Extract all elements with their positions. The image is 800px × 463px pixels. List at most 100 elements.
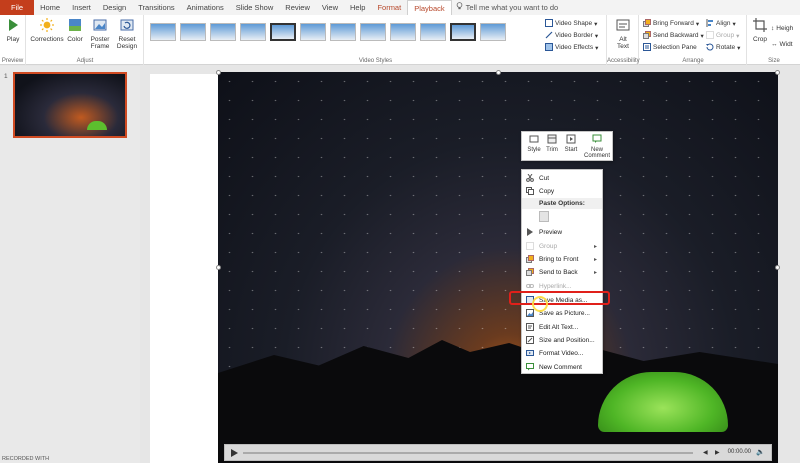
clipboard-icon[interactable] — [539, 211, 549, 222]
send-to-back-icon — [526, 268, 534, 276]
send-backward-button[interactable]: Send Backward ▾ — [643, 30, 704, 41]
effects-icon — [545, 42, 553, 53]
slide-thumbnail-1[interactable] — [13, 72, 127, 138]
align-icon — [706, 18, 714, 29]
menu-item-new-comment[interactable]: New Comment — [522, 361, 602, 373]
tab-playback[interactable]: Playback — [407, 0, 452, 15]
bring-forward-button[interactable]: Bring Forward ▾ — [643, 18, 699, 29]
bring-forward-icon — [643, 18, 651, 29]
format-video-icon — [526, 349, 534, 357]
sun-icon — [29, 18, 65, 34]
video-style-11[interactable] — [450, 23, 476, 41]
video-style-7[interactable] — [330, 23, 356, 41]
chevron-down-icon: ▾ — [595, 44, 599, 52]
chevron-down-icon: ▾ — [594, 32, 599, 40]
crop-button[interactable]: Crop — [751, 18, 769, 43]
tell-me-box[interactable]: Tell me what you want to do — [456, 0, 558, 15]
menu-item-format-video[interactable]: Format Video... — [522, 347, 602, 359]
group-size: Crop ↕ Heigh ↔ Widt Size — [748, 15, 800, 65]
video-style-1[interactable] — [150, 23, 176, 41]
crop-icon — [751, 18, 769, 34]
tab-home[interactable]: Home — [34, 0, 66, 15]
video-style-9[interactable] — [390, 23, 416, 41]
resize-handle-l[interactable] — [216, 265, 221, 270]
video-frame[interactable] — [218, 72, 778, 463]
play-button[interactable]: Play — [4, 18, 22, 43]
menu-item-preview[interactable]: Preview — [522, 226, 602, 238]
video-style-3[interactable] — [210, 23, 236, 41]
resize-handle-t[interactable] — [496, 70, 501, 75]
video-style-2[interactable] — [180, 23, 206, 41]
width-icon: ↔ — [771, 41, 778, 48]
width-field[interactable]: ↔ Widt — [771, 39, 793, 50]
group-icon — [526, 242, 534, 250]
poster-frame-button[interactable]: Poster Frame — [87, 18, 113, 50]
menu-item-size-and-position[interactable]: Size and Position... — [522, 334, 602, 346]
chevron-down-icon: ▾ — [594, 20, 598, 28]
tab-design[interactable]: Design — [97, 0, 132, 15]
tab-help[interactable]: Help — [344, 0, 371, 15]
color-button[interactable]: Color — [65, 18, 85, 43]
tab-slide-show[interactable]: Slide Show — [230, 0, 280, 15]
chevron-down-icon: ▾ — [736, 32, 740, 40]
cursor-highlight — [532, 296, 548, 312]
video-effects-button[interactable]: Video Effects ▾ — [545, 42, 598, 53]
resize-handle-tr[interactable] — [775, 70, 780, 75]
corrections-button[interactable]: Corrections — [29, 18, 65, 43]
selection-pane-button[interactable]: Selection Pane — [643, 42, 697, 53]
context-menu: Cut Copy Paste Options: Preview Group ▸ B… — [521, 169, 603, 374]
video-style-8[interactable] — [360, 23, 386, 41]
video-border-button[interactable]: Video Border ▾ — [545, 30, 598, 41]
play-icon — [4, 18, 22, 34]
video-styles-gallery — [150, 23, 506, 41]
send-backward-icon — [643, 30, 651, 41]
menu-item-cut[interactable]: Cut — [522, 172, 602, 184]
comment-icon — [582, 134, 612, 147]
menu-item-edit-alt-text[interactable]: Edit Alt Text... — [522, 321, 602, 333]
group-adjust: Corrections Color Poster Frame Reset Des… — [27, 15, 144, 65]
menu-item-group[interactable]: Group ▸ — [522, 240, 602, 252]
progress-track[interactable] — [243, 452, 693, 454]
tab-format[interactable]: Format — [371, 0, 407, 15]
bring-to-front-icon — [526, 255, 534, 263]
video-style-6[interactable] — [300, 23, 326, 41]
tab-animations[interactable]: Animations — [181, 0, 230, 15]
forward-icon[interactable]: ▶ — [715, 449, 720, 456]
align-button[interactable]: Align ▾ — [706, 18, 736, 29]
ribbon: Play Preview Corrections Color Poster Fr… — [0, 15, 800, 65]
reset-design-button[interactable]: Reset Design — [113, 18, 141, 50]
video-style-12[interactable] — [480, 23, 506, 41]
height-field[interactable]: ↕ Heigh — [771, 23, 793, 34]
rotate-button[interactable]: Rotate ▾ — [706, 42, 740, 53]
resize-handle-tl[interactable] — [216, 70, 221, 75]
new-comment-button[interactable]: New Comment — [582, 134, 612, 160]
tab-file[interactable]: File — [0, 0, 35, 15]
color-icon — [65, 18, 85, 34]
menu-item-copy[interactable]: Copy — [522, 185, 602, 197]
group-button[interactable]: Group ▾ — [706, 30, 739, 41]
trim-button[interactable]: Trim — [544, 134, 560, 153]
video-style-10[interactable] — [420, 23, 446, 41]
group-preview: Play Preview — [0, 15, 26, 65]
tab-insert[interactable]: Insert — [66, 0, 97, 15]
chevron-down-icon: ▾ — [737, 44, 741, 52]
menu-item-send-to-back[interactable]: Send to Back ▸ — [522, 266, 602, 278]
video-shape-button[interactable]: Video Shape ▾ — [545, 18, 597, 29]
tab-transitions[interactable]: Transitions — [132, 0, 180, 15]
menu-item-bring-to-front[interactable]: Bring to Front ▸ — [522, 253, 602, 265]
alt-text-icon — [526, 323, 534, 331]
volume-icon[interactable]: 🔈 — [756, 448, 765, 456]
resize-handle-r[interactable] — [775, 265, 780, 270]
thumbnail-tent — [87, 121, 107, 130]
style-button[interactable]: Style — [525, 134, 543, 153]
alt-text-button[interactable]: Alt Text — [613, 18, 633, 50]
video-style-5[interactable] — [270, 23, 296, 41]
play-icon[interactable] — [230, 449, 238, 459]
back-icon[interactable]: ◀ — [703, 449, 708, 456]
start-button[interactable]: Start — [562, 134, 580, 153]
style-icon — [525, 134, 543, 147]
tab-view[interactable]: View — [316, 0, 344, 15]
video-style-4[interactable] — [240, 23, 266, 41]
tab-review[interactable]: Review — [279, 0, 316, 15]
group-icon — [706, 30, 714, 41]
